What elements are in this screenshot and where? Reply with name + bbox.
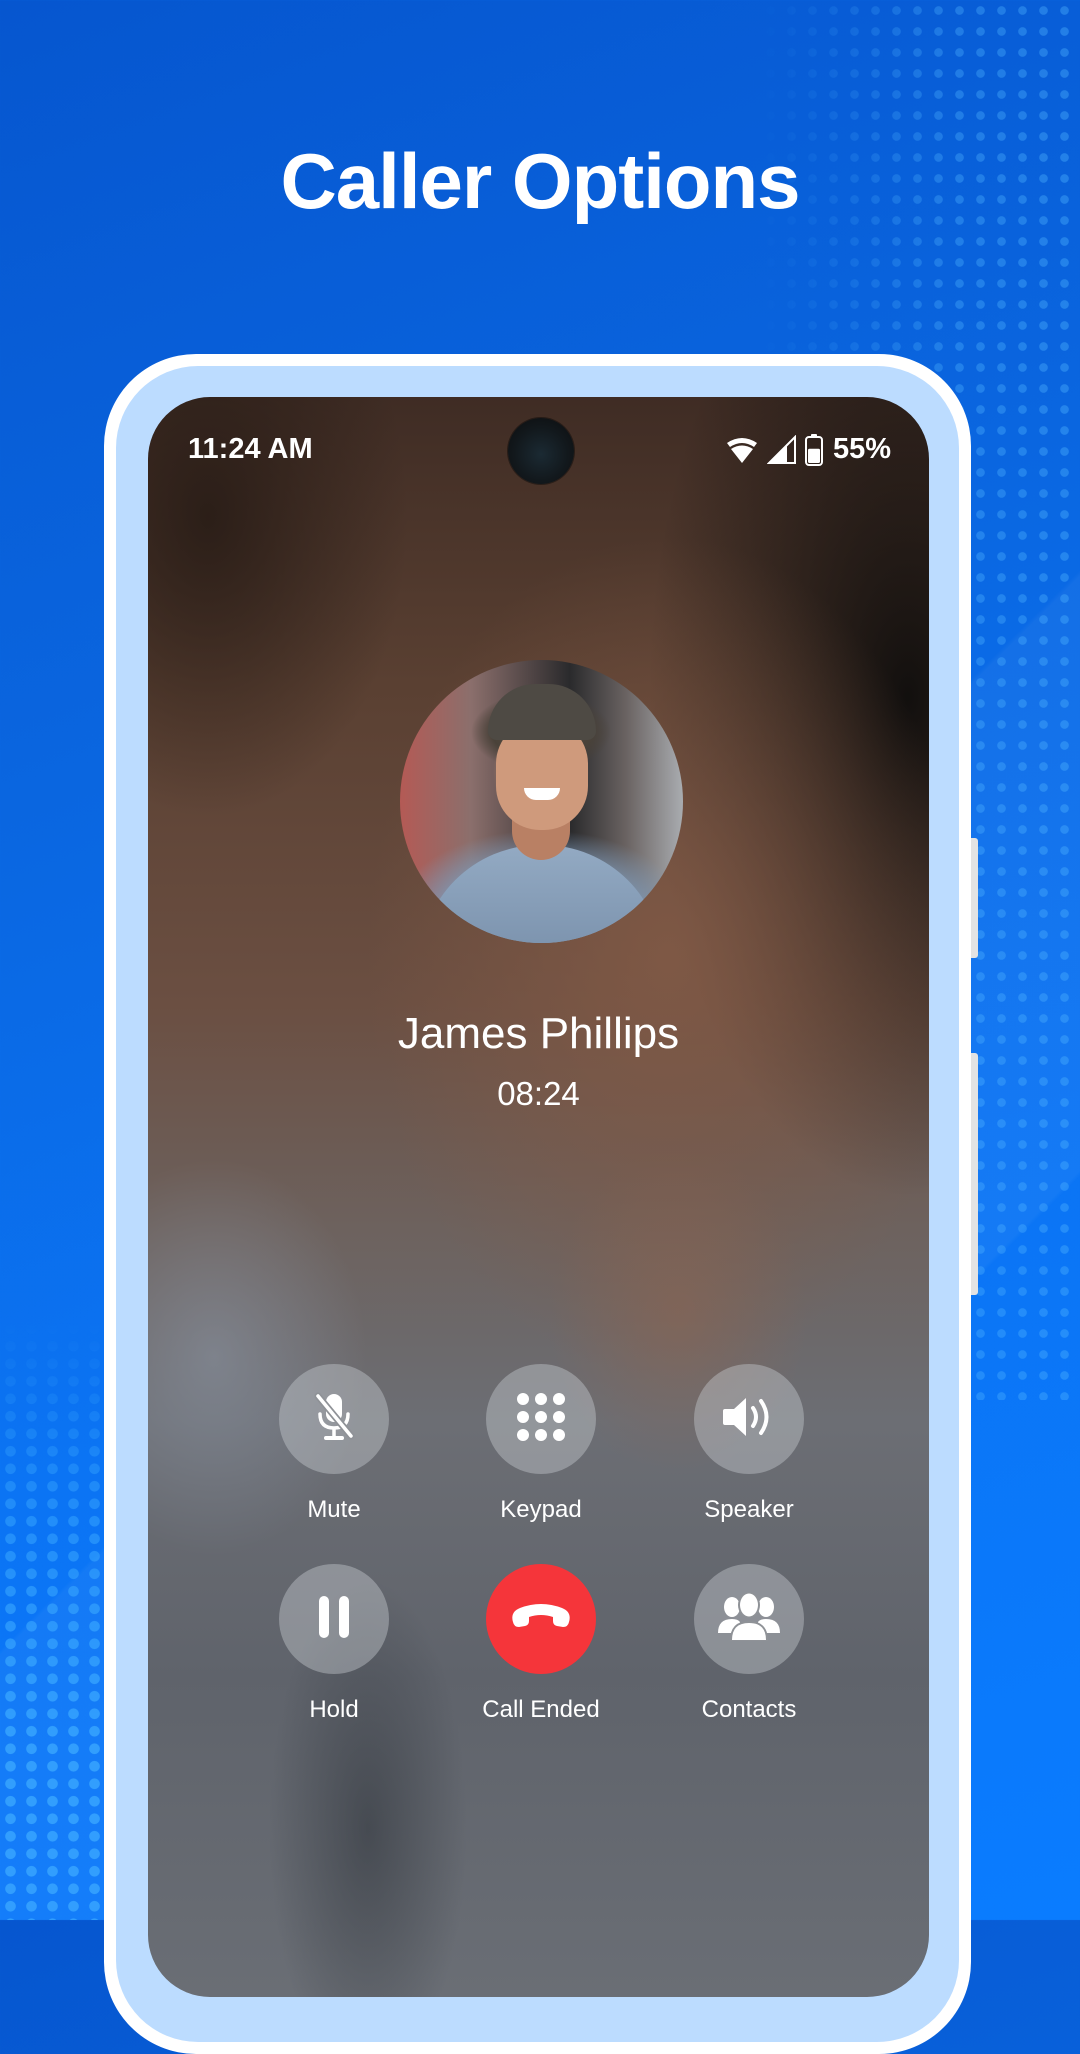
pause-icon	[317, 1595, 351, 1644]
end-call-circle[interactable]	[486, 1564, 596, 1674]
dot-pattern-bottom-left	[0, 1320, 104, 1920]
speaker-label: Speaker	[704, 1496, 794, 1523]
keypad-button[interactable]: Keypad	[466, 1364, 616, 1524]
end-call-label: Call Ended	[482, 1696, 600, 1723]
keypad-label: Keypad	[500, 1496, 582, 1523]
keypad-circle[interactable]	[486, 1364, 596, 1474]
mute-button[interactable]: Mute	[259, 1364, 409, 1524]
hang-up-icon	[510, 1602, 572, 1637]
promo-headline: Caller Options	[280, 137, 800, 225]
contacts-button[interactable]: Contacts	[674, 1564, 824, 1724]
speaker-button[interactable]: Speaker	[674, 1364, 824, 1524]
contacts-circle[interactable]	[694, 1564, 804, 1674]
call-controls: Mute Keypad Speaker Hold Call Ended Cont…	[148, 397, 929, 1997]
mute-label: Mute	[307, 1496, 361, 1523]
phone-side-button-power	[971, 838, 978, 958]
phone-side-button-volume	[971, 1053, 978, 1295]
contacts-label: Contacts	[701, 1696, 797, 1723]
contacts-icon	[718, 1591, 780, 1648]
speaker-icon	[722, 1394, 776, 1445]
end-call-button[interactable]: Call Ended	[466, 1564, 616, 1724]
mic-off-icon	[311, 1390, 357, 1449]
speaker-circle[interactable]	[694, 1364, 804, 1474]
hold-label: Hold	[309, 1696, 359, 1723]
phone-screen: 11:24 AM 55% James Phillips 08:24 Mute K…	[148, 397, 929, 1997]
hold-circle[interactable]	[279, 1564, 389, 1674]
keypad-icon	[515, 1391, 567, 1448]
hold-button[interactable]: Hold	[259, 1564, 409, 1724]
mute-circle[interactable]	[279, 1364, 389, 1474]
